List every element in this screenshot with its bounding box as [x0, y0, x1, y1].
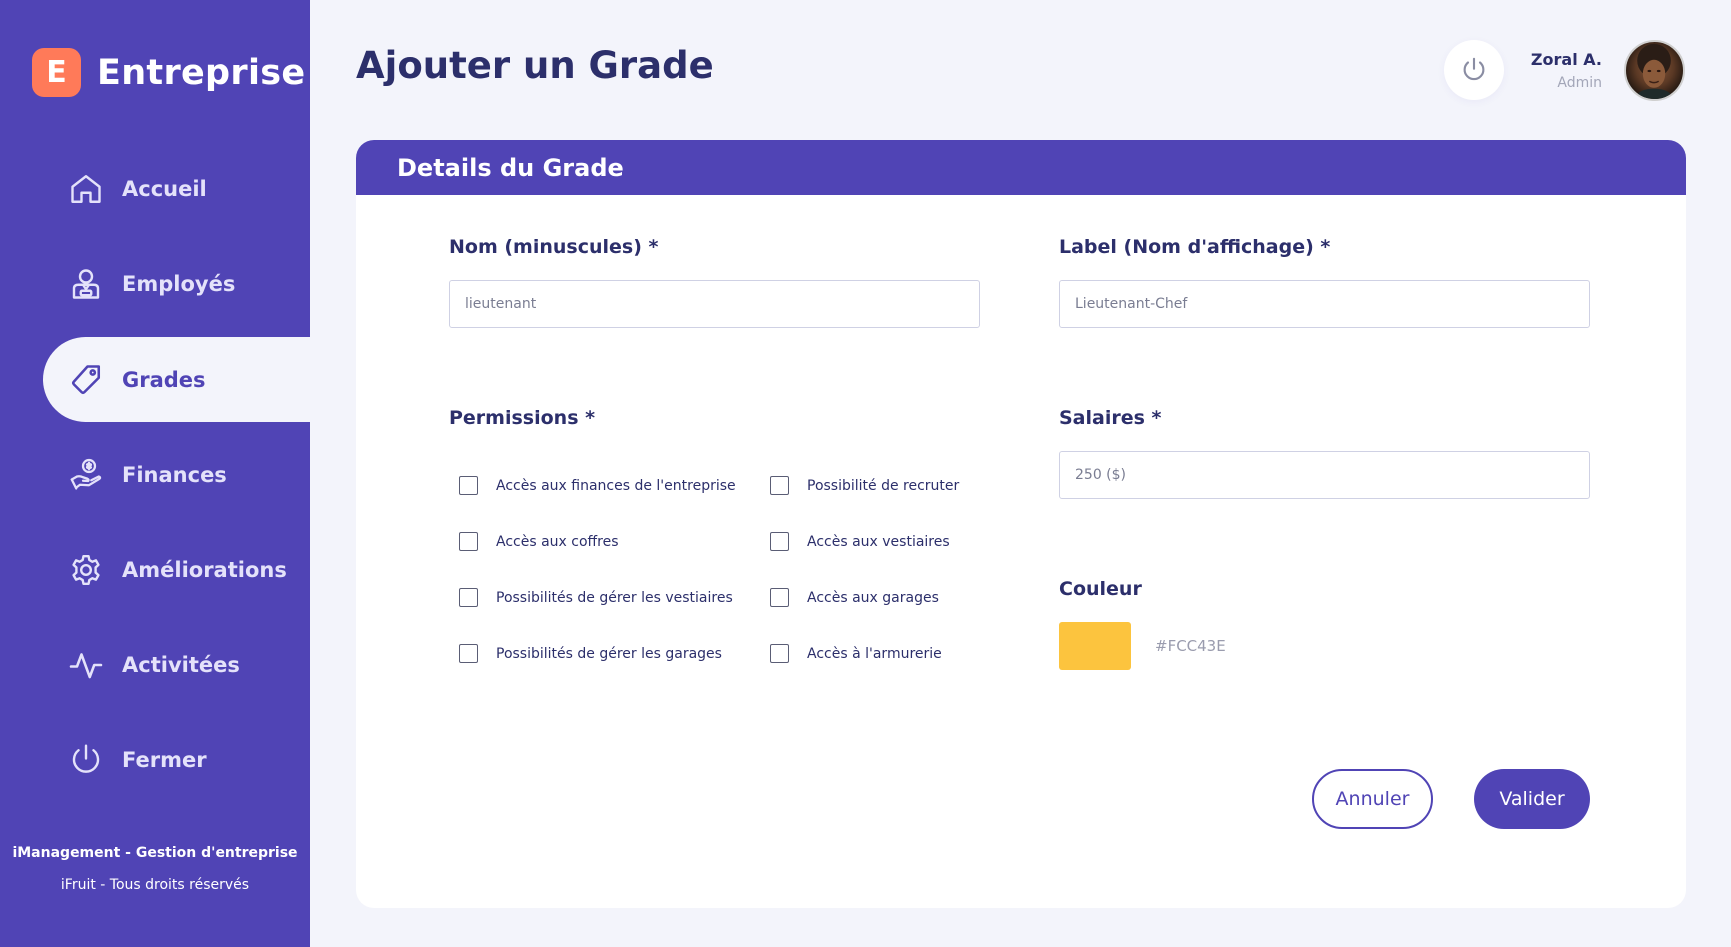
footer-app-name: iManagement - Gestion d'entreprise	[12, 845, 298, 861]
user-info: Zoral A. Admin	[1531, 50, 1602, 91]
permission-checkbox[interactable]	[459, 588, 478, 607]
sidebar-item-finances[interactable]: Finances	[43, 432, 310, 517]
color-label: Couleur	[1059, 578, 1142, 600]
power-icon	[65, 739, 107, 781]
permissions-label: Permissions *	[449, 407, 596, 429]
permission-label: Possibilité de recruter	[807, 477, 960, 494]
brand-name: Entreprise	[97, 52, 306, 93]
permission-label: Accès aux vestiaires	[807, 533, 950, 550]
sidebar-item-label: Accueil	[122, 176, 207, 201]
sidebar: E Entreprise Accueil Employés Grades Fin…	[0, 0, 310, 947]
sidebar-item-label: Finances	[122, 462, 227, 487]
permission-label: Accès aux coffres	[496, 533, 619, 550]
power-icon	[1463, 57, 1485, 81]
permission-checkbox[interactable]	[459, 476, 478, 495]
sidebar-item-employes[interactable]: Employés	[43, 241, 310, 326]
permission-label: Accès aux finances de l'entreprise	[496, 477, 736, 494]
home-icon	[65, 168, 107, 210]
page-title: Ajouter un Grade	[356, 44, 714, 87]
grade-form-card: Details du Grade Nom (minuscules) * Labe…	[356, 140, 1686, 908]
permission-label: Accès aux garages	[807, 589, 939, 606]
sidebar-item-label: Activitées	[122, 652, 240, 677]
logout-button[interactable]	[1444, 40, 1504, 100]
permission-item[interactable]: Possibilités de gérer les vestiaires	[459, 588, 733, 607]
sidebar-item-fermer[interactable]: Fermer	[43, 717, 310, 802]
sidebar-item-label: Grades	[122, 367, 206, 392]
brand-logo: E	[32, 48, 81, 97]
avatar[interactable]	[1624, 40, 1685, 101]
display-label-input[interactable]	[1059, 280, 1590, 328]
avatar-image	[1635, 43, 1673, 99]
sidebar-footer: iManagement - Gestion d'entreprise iFrui…	[0, 845, 310, 893]
permission-item[interactable]: Accès à l'armurerie	[770, 644, 942, 663]
permission-label: Possibilités de gérer les vestiaires	[496, 589, 733, 606]
money-hand-icon	[65, 454, 107, 496]
card-header: Details du Grade	[356, 140, 1686, 195]
sidebar-item-label: Fermer	[122, 747, 207, 772]
permission-item[interactable]: Accès aux finances de l'entreprise	[459, 476, 736, 495]
sidebar-item-ameliorations[interactable]: Améliorations	[43, 527, 310, 612]
sidebar-item-label: Améliorations	[122, 557, 287, 582]
name-input[interactable]	[449, 280, 980, 328]
permission-checkbox[interactable]	[770, 532, 789, 551]
permission-checkbox[interactable]	[770, 476, 789, 495]
user-name: Zoral A.	[1530, 50, 1602, 69]
activity-icon	[65, 644, 107, 686]
employee-icon	[65, 263, 107, 305]
permission-checkbox[interactable]	[459, 644, 478, 663]
sidebar-item-activitees[interactable]: Activitées	[43, 622, 310, 707]
permission-label: Possibilités de gérer les garages	[496, 645, 722, 662]
footer-copyright: iFruit - Tous droits réservés	[60, 877, 250, 893]
permission-label: Accès à l'armurerie	[807, 645, 942, 662]
permission-item[interactable]: Accès aux coffres	[459, 532, 619, 551]
permission-checkbox[interactable]	[770, 588, 789, 607]
permission-item[interactable]: Accès aux garages	[770, 588, 939, 607]
sidebar-item-grades[interactable]: Grades	[43, 337, 310, 422]
sidebar-item-label: Employés	[122, 271, 236, 296]
permission-item[interactable]: Possibilité de recruter	[770, 476, 959, 495]
display-label-label: Label (Nom d'affichage) *	[1059, 236, 1331, 258]
permission-checkbox[interactable]	[459, 532, 478, 551]
salary-label: Salaires *	[1059, 407, 1162, 429]
sidebar-item-accueil[interactable]: Accueil	[43, 146, 310, 231]
submit-button[interactable]: Valider	[1474, 769, 1590, 829]
permission-item[interactable]: Possibilités de gérer les garages	[459, 644, 722, 663]
color-hex-value: #FCC43E	[1155, 637, 1226, 655]
tag-icon	[65, 359, 107, 401]
card-title: Details du Grade	[397, 153, 624, 182]
permission-checkbox[interactable]	[770, 644, 789, 663]
brand[interactable]: E Entreprise	[32, 48, 305, 97]
cancel-button[interactable]: Annuler	[1312, 769, 1433, 829]
gear-icon	[65, 549, 107, 591]
color-swatch[interactable]	[1059, 622, 1131, 670]
name-label: Nom (minuscules) *	[449, 236, 659, 258]
salary-input[interactable]	[1059, 451, 1590, 499]
user-role: Admin	[1557, 75, 1602, 91]
permission-item[interactable]: Accès aux vestiaires	[770, 532, 950, 551]
